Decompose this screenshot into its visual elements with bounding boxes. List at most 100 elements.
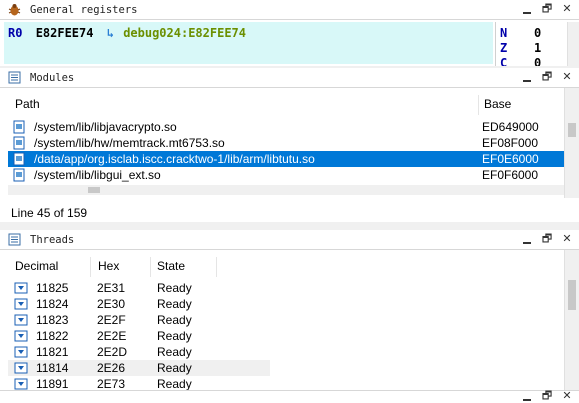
scroll-thumb[interactable] bbox=[568, 123, 576, 137]
modules-status: Line 45 of 159 bbox=[11, 206, 88, 220]
module-base: EF08F000 bbox=[482, 136, 539, 150]
scroll-thumb[interactable] bbox=[568, 280, 576, 310]
restore-button[interactable]: 🗗 bbox=[540, 70, 554, 84]
column-header-path[interactable]: Path bbox=[15, 97, 40, 111]
thread-decimal: 11825 bbox=[36, 281, 69, 295]
thread-hex: 2E2F bbox=[97, 313, 126, 327]
thread-state: Ready bbox=[157, 377, 192, 390]
thread-icon bbox=[14, 298, 28, 310]
restore-button[interactable]: 🗗 bbox=[540, 2, 554, 16]
column-divider[interactable] bbox=[478, 95, 479, 115]
flag-name: C bbox=[500, 56, 508, 66]
modules-list-icon bbox=[8, 71, 21, 84]
thread-icon bbox=[14, 330, 28, 342]
thread-icon bbox=[14, 314, 28, 326]
register-row-r0[interactable]: R0 E82FEE74 ↳ debug024:E82FEE74 bbox=[8, 26, 246, 40]
module-base: EF0E6000 bbox=[482, 152, 539, 166]
thread-state: Ready bbox=[157, 281, 192, 295]
general-registers-panel: General registers 🗗 ✕ R0 E82FEE74 ↳ debu… bbox=[0, 0, 579, 66]
thread-state: Ready bbox=[157, 361, 192, 375]
thread-row[interactable]: 11823 2E2F Ready bbox=[8, 312, 270, 328]
column-divider[interactable] bbox=[90, 257, 91, 277]
module-path: /system/lib/libgui_ext.so bbox=[34, 168, 161, 182]
module-row[interactable]: /system/lib/libjavacrypto.so ED649000 bbox=[8, 119, 564, 135]
minimize-button[interactable] bbox=[520, 2, 534, 16]
column-divider[interactable] bbox=[216, 257, 217, 277]
thread-hex: 2E73 bbox=[97, 377, 126, 390]
flag-row-n[interactable]: N 0 bbox=[500, 26, 560, 42]
thread-decimal: 11814 bbox=[36, 361, 69, 375]
register-value[interactable]: E82FEE74 bbox=[36, 26, 94, 40]
close-button[interactable]: ✕ bbox=[560, 389, 574, 403]
column-header-hex[interactable]: Hex bbox=[98, 259, 119, 273]
registers-title: General registers bbox=[30, 4, 138, 16]
modules-vscrollbar[interactable] bbox=[564, 88, 579, 198]
thread-decimal: 11821 bbox=[36, 345, 69, 359]
thread-hex: 2E26 bbox=[97, 361, 126, 375]
modules-title: Modules bbox=[30, 72, 75, 84]
registers-titlebar[interactable]: General registers 🗗 ✕ bbox=[0, 0, 579, 20]
module-base: ED649000 bbox=[482, 120, 539, 134]
module-file-icon bbox=[13, 168, 25, 182]
thread-hex: 2E30 bbox=[97, 297, 126, 311]
pointer-arrow-icon: ↳ bbox=[106, 26, 114, 40]
restore-button[interactable]: 🗗 bbox=[540, 232, 554, 246]
flag-row-z[interactable]: Z 1 bbox=[500, 41, 560, 57]
thread-row-highlighted[interactable]: 11814 2E26 Ready bbox=[8, 360, 270, 376]
module-path: /system/lib/libjavacrypto.so bbox=[34, 120, 177, 134]
module-path: /data/app/org.isclab.iscc.cracktwo-1/lib… bbox=[34, 152, 315, 166]
flag-name: N bbox=[500, 26, 508, 40]
module-row-selected[interactable]: /data/app/org.isclab.iscc.cracktwo-1/lib… bbox=[8, 151, 564, 167]
register-reference[interactable]: debug024:E82FEE74 bbox=[123, 26, 246, 40]
scroll-thumb[interactable] bbox=[88, 187, 100, 193]
minimize-button[interactable] bbox=[520, 70, 534, 84]
column-divider[interactable] bbox=[150, 257, 151, 277]
thread-state: Ready bbox=[157, 345, 192, 359]
threads-title: Threads bbox=[30, 234, 75, 246]
thread-state: Ready bbox=[157, 313, 192, 327]
module-file-icon bbox=[13, 136, 25, 150]
thread-state: Ready bbox=[157, 329, 192, 343]
module-file-icon bbox=[13, 152, 25, 166]
module-base: EF0F6000 bbox=[482, 168, 539, 182]
flag-row-c[interactable]: C 0 bbox=[500, 56, 560, 66]
modules-titlebar[interactable]: Modules 🗗 ✕ bbox=[0, 68, 579, 88]
thread-row[interactable]: 11824 2E30 Ready bbox=[8, 296, 270, 312]
flags-list: N 0 Z 1 C 0 bbox=[495, 22, 568, 66]
flag-name: Z bbox=[500, 41, 508, 55]
flag-value: 1 bbox=[534, 41, 542, 55]
thread-state: Ready bbox=[157, 297, 192, 311]
restore-button[interactable]: 🗗 bbox=[540, 389, 554, 403]
column-header-state[interactable]: State bbox=[157, 259, 185, 273]
register-list[interactable]: R0 E82FEE74 ↳ debug024:E82FEE74 bbox=[4, 22, 493, 64]
minimize-button[interactable] bbox=[520, 232, 534, 246]
module-row[interactable]: /system/lib/libgui_ext.so EF0F6000 bbox=[8, 167, 564, 183]
thread-hex: 2E31 bbox=[97, 281, 126, 295]
threads-header: Decimal Hex State bbox=[8, 257, 270, 277]
thread-decimal: 11891 bbox=[36, 377, 69, 390]
thread-row[interactable]: 11891 2E73 Ready bbox=[8, 376, 270, 390]
column-header-base[interactable]: Base bbox=[484, 97, 511, 111]
column-header-decimal[interactable]: Decimal bbox=[15, 259, 58, 273]
next-panel-titlebar[interactable]: 🗗 ✕ bbox=[0, 390, 579, 403]
thread-hex: 2E2D bbox=[97, 345, 128, 359]
close-button[interactable]: ✕ bbox=[560, 232, 574, 246]
modules-header: Path Base bbox=[8, 95, 564, 115]
minimize-button[interactable] bbox=[520, 389, 534, 403]
thread-row[interactable]: 11825 2E31 Ready bbox=[8, 280, 270, 296]
thread-row[interactable]: 11822 2E2E Ready bbox=[8, 328, 270, 344]
threads-vscrollbar[interactable] bbox=[564, 250, 579, 390]
registers-scrollbar[interactable] bbox=[567, 22, 579, 66]
thread-row[interactable]: 11821 2E2D Ready bbox=[8, 344, 270, 360]
thread-decimal: 11823 bbox=[36, 313, 69, 327]
module-row[interactable]: /system/lib/hw/memtrack.mt6753.so EF08F0… bbox=[8, 135, 564, 151]
flag-value: 0 bbox=[534, 56, 542, 66]
module-file-icon bbox=[13, 120, 25, 134]
close-button[interactable]: ✕ bbox=[560, 2, 574, 16]
close-button[interactable]: ✕ bbox=[560, 70, 574, 84]
flag-value: 0 bbox=[534, 26, 542, 40]
thread-icon bbox=[14, 346, 28, 358]
threads-titlebar[interactable]: Threads 🗗 ✕ bbox=[0, 230, 579, 250]
thread-icon bbox=[14, 282, 28, 294]
modules-hscrollbar[interactable] bbox=[8, 185, 564, 195]
